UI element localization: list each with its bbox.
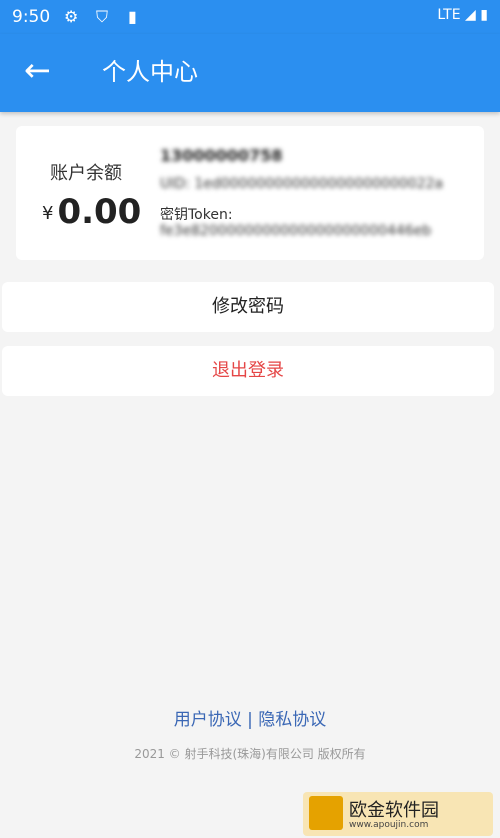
token-value: fe3e8200000000000000000000446eb [160,223,432,239]
account-card: 账户余额 ¥0.00 13000000758 UID: 1ed000000000… [16,126,484,260]
balance-label: 账户余额 [50,163,122,184]
status-bar: 9:50 ⚙ ⛉ ▮ LTE ◢ ▮ [0,0,500,34]
link-separator: | [247,710,253,730]
privacy-policy-link[interactable]: 隐私协议 [258,710,326,730]
balance-amount: 0.00 [57,192,142,232]
shield-icon: ⛉ [96,7,109,26]
sd-card-icon: ▮ [128,7,137,26]
arrow-left-icon[interactable]: ← [24,53,51,87]
phone-number: 13000000758 [160,146,283,165]
status-time: 9:50 [12,7,51,27]
battery-icon: ▮ [480,7,488,23]
watermark-text: 欧金软件园 [349,800,439,821]
signal-icon: ◢ [465,7,476,23]
token-label: 密钥Token: [160,207,233,223]
copyright-text: 2021 © 射手科技(珠海)有限公司 版权所有 [134,747,366,761]
change-password-button[interactable]: 修改密码 [2,282,494,332]
watermark: 欧金软件园 www.apoujin.com [303,792,493,836]
page-title: 个人中心 [102,58,198,86]
network-type: LTE [437,7,461,23]
user-agreement-link[interactable]: 用户协议 [174,710,242,730]
balance-value: ¥0.00 [42,192,141,232]
footer-links: 用户协议 | 隐私协议 [0,705,500,730]
app-bar: ← 个人中心 [0,34,500,112]
uid-value: UID: 1ed000000000000000000000022a [160,176,444,192]
watermark-url: www.apoujin.com [349,820,429,830]
gear-icon: ⚙ [64,7,79,26]
status-right-group: LTE ◢ ▮ [437,7,488,23]
logout-button[interactable]: 退出登录 [2,346,494,396]
currency-symbol: ¥ [42,203,54,224]
watermark-logo-icon [309,796,343,830]
